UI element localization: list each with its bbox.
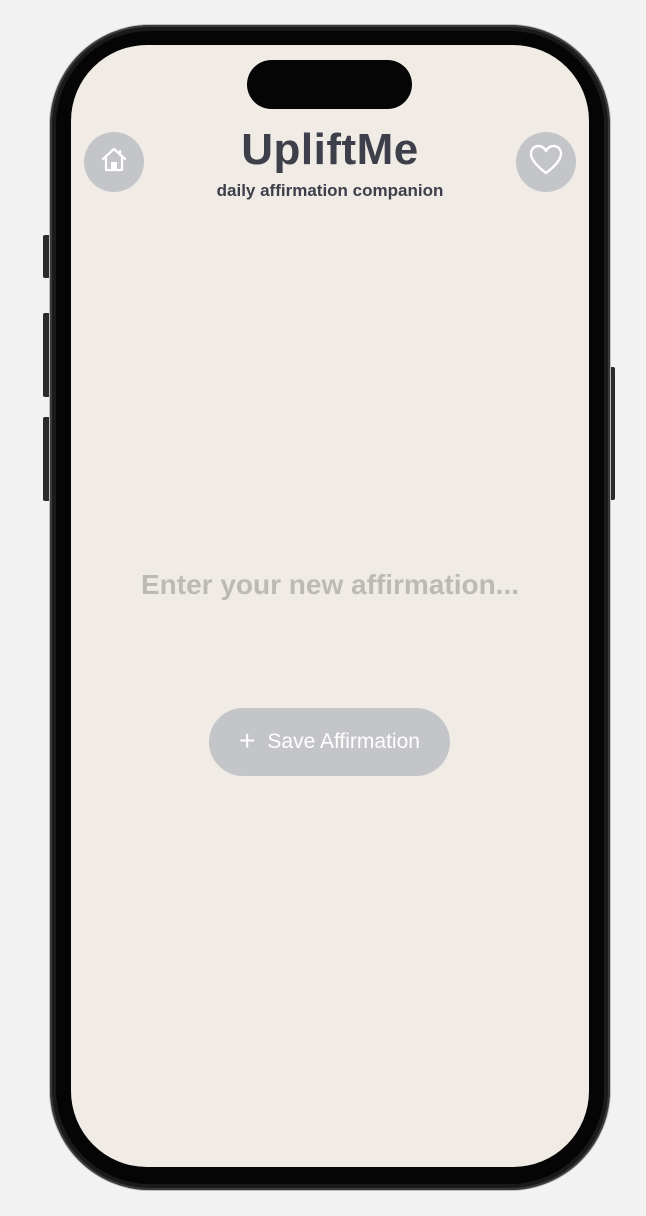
favorites-button[interactable] <box>516 132 576 192</box>
action-button <box>43 235 50 278</box>
save-affirmation-button[interactable]: + Save Affirmation <box>209 708 450 776</box>
volume-down-button <box>43 417 50 501</box>
app-subtitle: daily affirmation companion <box>216 181 444 200</box>
dynamic-island <box>247 60 412 109</box>
affirmation-input[interactable] <box>111 563 549 607</box>
plus-icon: + <box>239 725 256 756</box>
app-screen: UpliftMe daily affirmation companion + S… <box>71 45 589 1167</box>
volume-up-button <box>43 313 50 397</box>
heart-icon <box>528 143 564 182</box>
app-title: UpliftMe <box>241 125 419 174</box>
save-affirmation-label: Save Affirmation <box>267 730 420 753</box>
page: UpliftMe daily affirmation companion + S… <box>0 0 646 1216</box>
